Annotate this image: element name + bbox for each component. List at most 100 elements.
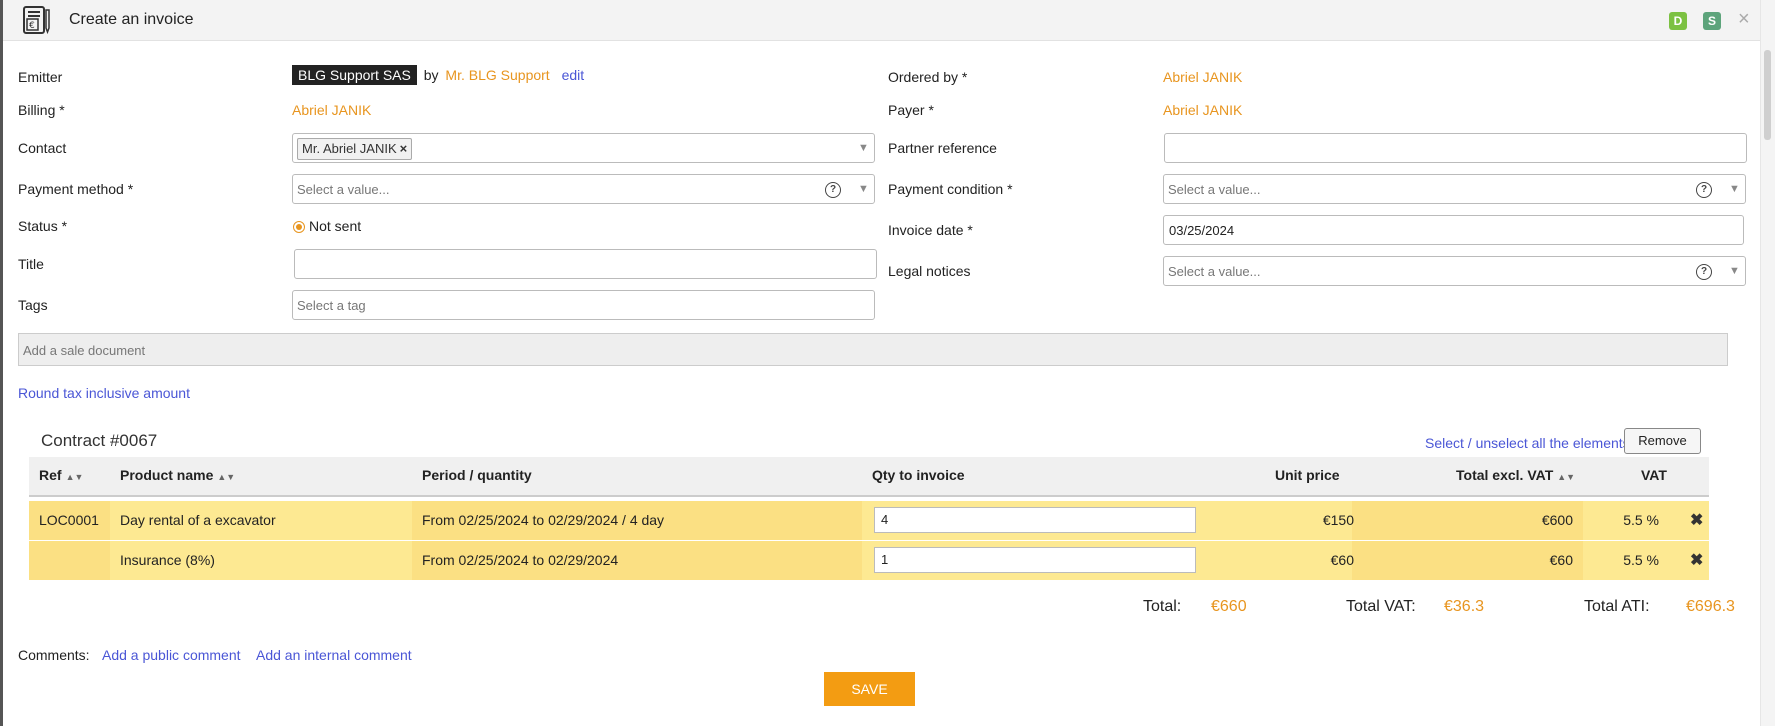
sort-icon[interactable]: ▲▼ [1557,472,1575,482]
chevron-down-icon[interactable]: ▼ [1729,183,1740,195]
dialog-title: Create an invoice [69,11,194,28]
payment-condition-label: Payment condition * [888,181,1013,197]
col-qty: Qty to invoice [872,467,965,483]
legal-notices-select[interactable]: Select a value... ? ▼ [1163,256,1746,286]
row-total-excl: €60 [1549,552,1573,568]
billing-label: Billing * [18,102,65,118]
add-internal-comment-link[interactable]: Add an internal comment [256,647,412,663]
payer-link[interactable]: Abriel JANIK [1163,102,1242,118]
select-all-link[interactable]: Select / unselect all the elements [1425,435,1630,451]
ordered-by-link[interactable]: Abriel JANIK [1163,69,1242,85]
svg-text:€: € [29,21,35,31]
table-header: Ref ▲▼ Product name ▲▼ Period / quantity Q… [29,457,1709,497]
payment-condition-select[interactable]: Select a value... ? ▼ [1163,174,1746,204]
contact-chip-label: Mr. Abriel JANIK [302,141,397,156]
contact-label: Contact [18,140,67,156]
scrollbar-thumb[interactable] [1764,50,1771,140]
comments-label: Comments: [18,647,90,663]
invoice-date-value: 03/25/2024 [1169,223,1235,238]
partner-reference-label: Partner reference [888,140,997,156]
total-vat-label: Total VAT: [1346,598,1416,615]
emitter-company: BLG Support SAS [292,65,417,85]
sale-document-select[interactable]: Add a sale document [18,333,1728,366]
payment-method-select[interactable]: Select a value... ? ▼ [292,174,875,204]
row-unit-price: €150 [1322,512,1354,528]
help-icon[interactable]: ? [1696,264,1712,280]
delete-row-icon[interactable]: ✖ [1690,510,1703,530]
tags-label: Tags [18,297,48,313]
help-icon[interactable]: ? [1696,182,1712,198]
table-row[interactable]: Insurance (8%) From 02/25/2024 to 02/29/… [29,541,1709,580]
col-total-excl-label: Total excl. VAT [1456,467,1554,483]
total-vat-value: €36.3 [1444,598,1485,615]
contact-chip: Mr. Abriel JANIK × [297,138,413,160]
title-label: Title [18,256,44,272]
billing-link[interactable]: Abriel JANIK [292,102,371,118]
row-unit-price: €60 [1330,552,1354,568]
chevron-down-icon[interactable]: ▼ [1729,265,1740,277]
dialog-titlebar: € Create an invoice D S × [3,0,1760,41]
row-period: From 02/25/2024 to 02/29/2024 [422,552,619,568]
contact-select[interactable]: Mr. Abriel JANIK × ▼ [292,133,875,163]
total-ati-value: €696.3 [1686,598,1735,615]
tags-placeholder: Select a tag [297,298,366,313]
col-ref[interactable]: Ref ▲▼ [39,467,83,483]
emitter-by: by [423,67,439,83]
remove-chip-icon[interactable]: × [400,141,408,156]
cell-bg [1352,541,1583,580]
emitter-edit-link[interactable]: edit [562,67,585,83]
row-period: From 02/25/2024 to 02/29/2024 / 4 day [422,512,665,528]
invoice-date-label: Invoice date * [888,222,973,238]
close-icon[interactable]: × [1738,8,1750,31]
chevron-down-icon[interactable]: ▼ [858,183,869,195]
row-total-excl: €600 [1541,512,1573,528]
row-ref: LOC0001 [39,512,99,528]
payment-method-label: Payment method * [18,181,134,197]
ordered-by-label: Ordered by * [888,69,968,85]
qty-input[interactable]: 4 [874,507,1196,533]
sort-icon[interactable]: ▲▼ [66,472,84,482]
title-input[interactable] [294,249,877,279]
invoice-euro-icon: € [23,6,50,35]
partner-reference-input[interactable] [1164,133,1747,163]
total-value: €660 [1211,598,1247,615]
add-public-comment-link[interactable]: Add a public comment [102,647,241,663]
badge-s[interactable]: S [1703,12,1721,30]
emitter-value: BLG Support SAS by Mr. BLG Support edit [292,65,585,85]
total-label: Total: [1143,598,1182,615]
status-value: Not sent [309,218,362,234]
row-vat: 5.5 % [1623,512,1659,528]
row-product: Insurance (8%) [120,552,215,568]
row-product: Day rental of a excavator [120,512,276,528]
legal-notices-placeholder: Select a value... [1168,264,1261,279]
payment-method-placeholder: Select a value... [297,182,390,197]
round-tax-link[interactable]: Round tax inclusive amount [18,385,190,401]
remove-button[interactable]: Remove [1624,428,1701,454]
payer-label: Payer * [888,102,934,118]
row-vat: 5.5 % [1623,552,1659,568]
invoice-date-input[interactable]: 03/25/2024 [1163,215,1744,245]
qty-input[interactable]: 1 [874,547,1196,573]
help-icon[interactable]: ? [825,182,841,198]
col-vat: VAT [1641,467,1667,483]
chevron-down-icon[interactable]: ▼ [858,142,869,154]
status-label: Status * [18,218,68,234]
sale-document-placeholder: Add a sale document [23,343,146,358]
emitter-person-link[interactable]: Mr. BLG Support [445,67,549,83]
table-row[interactable]: LOC0001 Day rental of a excavator From 0… [29,501,1709,540]
total-ati-label: Total ATI: [1584,598,1650,615]
emitter-label: Emitter [18,69,63,85]
col-product-label: Product name [120,467,214,483]
col-ref-label: Ref [39,467,62,483]
sort-icon[interactable]: ▲▼ [217,472,235,482]
col-period: Period / quantity [422,467,532,483]
delete-row-icon[interactable]: ✖ [1690,550,1703,570]
tags-input[interactable]: Select a tag [292,290,875,320]
col-unit-price: Unit price [1275,467,1340,483]
status-radio[interactable] [293,221,305,233]
col-total-excl[interactable]: Total excl. VAT ▲▼ [1456,467,1575,483]
badge-d[interactable]: D [1669,12,1687,30]
col-product[interactable]: Product name ▲▼ [120,467,235,483]
contract-title: Contract #0067 [41,431,158,450]
save-button[interactable]: SAVE [824,672,915,706]
